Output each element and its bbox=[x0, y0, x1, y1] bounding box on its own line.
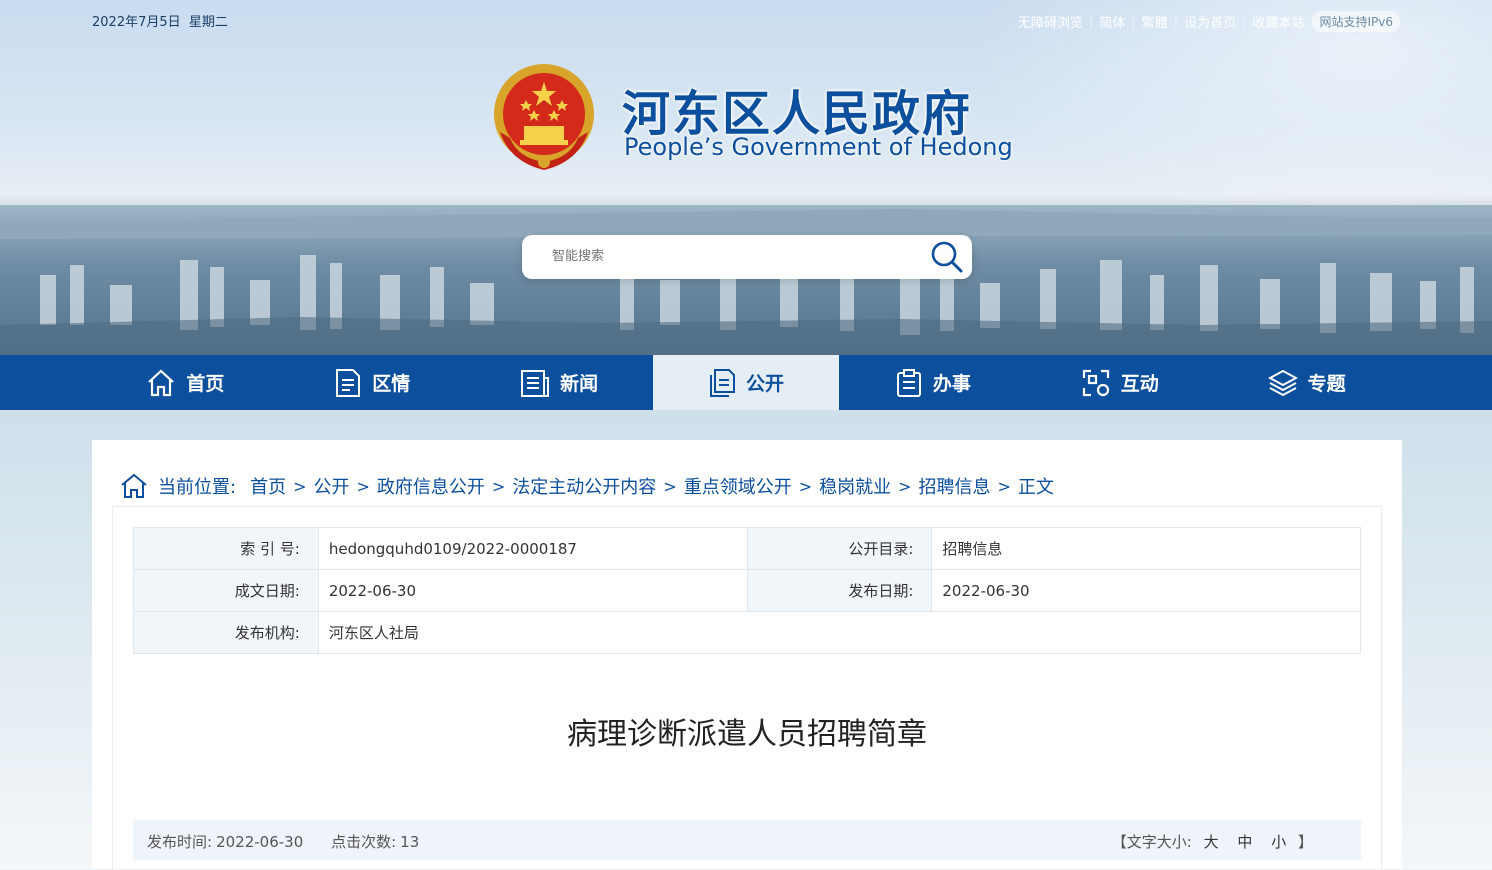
home-icon bbox=[121, 473, 147, 498]
nav-item-home[interactable]: 首页 bbox=[92, 355, 279, 410]
document-metadata-table: 索 引 号: hedongquhd0109/2022-0000187 公开目录:… bbox=[133, 527, 1362, 654]
ipv6-badge: 网站支持IPv6 bbox=[1312, 11, 1400, 32]
breadcrumb-separator: > bbox=[491, 476, 506, 496]
header-banner: 2022年7月5日 星期二 无障碍浏览 | 简体 | 繁體 | 设为首页 | 收… bbox=[0, 0, 1492, 355]
nav-label: 办事 bbox=[932, 373, 971, 395]
map-decoration bbox=[972, 0, 1492, 230]
divider: | bbox=[1173, 14, 1179, 29]
top-links: 无障碍浏览 | 简体 | 繁體 | 设为首页 | 收藏本站 网站支持IPv6 bbox=[1018, 11, 1400, 32]
nav-label: 公开 bbox=[746, 373, 785, 395]
search-input[interactable] bbox=[550, 247, 924, 264]
divider: | bbox=[1242, 14, 1247, 29]
breadcrumb-separator: > bbox=[997, 476, 1011, 496]
accessibility-link[interactable]: 无障碍浏览 bbox=[1018, 12, 1083, 31]
breadcrumb-item[interactable]: 法定主动公开内容 bbox=[512, 473, 656, 499]
breadcrumb-item[interactable]: 首页 bbox=[250, 473, 286, 499]
breadcrumb: 当前位置: 首页 > 公开 > 政府信息公开 > 法定主动公开内容 > 重点领域… bbox=[120, 473, 1054, 499]
breadcrumb-separator: > bbox=[293, 476, 307, 496]
document-icon bbox=[336, 368, 361, 397]
breadcrumb-item[interactable]: 公开 bbox=[313, 473, 349, 499]
nav-label: 新闻 bbox=[560, 373, 599, 395]
breadcrumb-item[interactable]: 政府信息公开 bbox=[377, 473, 485, 499]
catalog-value: 招聘信息 bbox=[931, 527, 1361, 570]
nav-label: 专题 bbox=[1307, 373, 1346, 395]
published-date-label: 发布日期: bbox=[746, 569, 933, 612]
article-container: 索 引 号: hedongquhd0109/2022-0000187 公开目录:… bbox=[112, 506, 1382, 870]
nav-item-open[interactable]: 公开 bbox=[652, 355, 840, 410]
national-emblem-icon bbox=[494, 64, 594, 170]
font-medium-button[interactable]: 中 bbox=[1237, 833, 1252, 851]
main-content: 当前位置: 首页 > 公开 > 政府信息公开 > 法定主动公开内容 > 重点领域… bbox=[92, 440, 1402, 870]
font-size-label: 【文字大小: bbox=[1111, 833, 1192, 851]
simplified-chinese-link[interactable]: 简体 bbox=[1099, 12, 1125, 31]
breadcrumb-separator: > bbox=[663, 476, 677, 496]
publish-time-value: 2022-06-30 bbox=[216, 833, 304, 851]
nav-item-services[interactable]: 办事 bbox=[839, 355, 1026, 410]
news-icon bbox=[521, 369, 550, 397]
click-count-label: 点击次数: bbox=[331, 833, 397, 851]
index-label: 索 引 号: bbox=[133, 527, 319, 570]
table-row: 索 引 号: hedongquhd0109/2022-0000187 公开目录:… bbox=[133, 527, 1361, 570]
table-row: 成文日期: 2022-06-30 发布日期: 2022-06-30 bbox=[133, 569, 1361, 612]
breadcrumb-label: 当前位置: bbox=[158, 477, 237, 498]
set-homepage-link[interactable]: 设为首页 bbox=[1184, 12, 1236, 31]
date-display: 2022年7月5日 星期二 bbox=[92, 11, 228, 30]
search-icon[interactable] bbox=[930, 240, 964, 274]
index-value: hedongquhd0109/2022-0000187 bbox=[317, 527, 748, 570]
click-count-value: 13 bbox=[400, 833, 420, 851]
breadcrumb-separator: > bbox=[898, 476, 912, 496]
breadcrumb-item[interactable]: 重点领域公开 bbox=[684, 473, 792, 499]
font-large-button[interactable]: 大 bbox=[1204, 833, 1219, 851]
created-date-value: 2022-06-30 bbox=[317, 569, 748, 612]
nav-label: 首页 bbox=[186, 373, 225, 395]
table-row: 发布机构: 河东区人社局 bbox=[133, 611, 1362, 654]
clipboard-icon bbox=[896, 368, 921, 397]
nav-label: 区情 bbox=[372, 373, 411, 395]
nav-item-interaction[interactable]: 互动 bbox=[1026, 355, 1213, 410]
nav-label: 互动 bbox=[1120, 373, 1159, 395]
font-small-button[interactable]: 小 bbox=[1271, 833, 1286, 851]
article-info-bar: 发布时间: 2022-06-30 点击次数: 13 【文字大小: 大 中 小 】 bbox=[133, 820, 1361, 860]
font-size-controls: 【文字大小: 大 中 小 】 bbox=[1112, 831, 1313, 852]
traditional-chinese-link[interactable]: 繁體 bbox=[1142, 12, 1168, 31]
search-box bbox=[522, 235, 972, 279]
article-title: 病理诊断派遣人员招聘简章 bbox=[567, 717, 927, 752]
catalog-label: 公开目录: bbox=[746, 527, 933, 570]
layers-icon bbox=[1267, 369, 1298, 396]
published-date-value: 2022-06-30 bbox=[931, 569, 1361, 612]
bookmark-link[interactable]: 收藏本站 bbox=[1252, 12, 1304, 31]
breadcrumb-separator: > bbox=[356, 476, 370, 496]
nav-item-topics[interactable]: 专题 bbox=[1213, 355, 1400, 410]
breadcrumb-item[interactable]: 招聘信息 bbox=[919, 473, 991, 499]
created-date-label: 成文日期: bbox=[133, 569, 319, 612]
publish-time-label: 发布时间: bbox=[147, 833, 213, 851]
publisher-value: 河东区人社局 bbox=[317, 611, 1362, 654]
breadcrumb-item-current: 正文 bbox=[1017, 477, 1054, 498]
publisher-label: 发布机构: bbox=[133, 611, 319, 654]
breadcrumb-item[interactable]: 稳岗就业 bbox=[819, 473, 891, 499]
font-size-bracket: 】 bbox=[1297, 833, 1313, 851]
nav-item-news[interactable]: 新闻 bbox=[466, 355, 653, 410]
site-subtitle: People’s Government of Hedong bbox=[624, 133, 1013, 161]
date-text: 2022年7月5日 bbox=[92, 15, 181, 30]
interact-icon bbox=[1082, 369, 1109, 396]
breadcrumb-separator: > bbox=[798, 476, 813, 496]
nav-item-district[interactable]: 区情 bbox=[279, 355, 466, 410]
divider: | bbox=[1088, 14, 1094, 29]
main-nav: 首页 区情 新闻 公开 办事 互动 专题 bbox=[0, 355, 1492, 410]
city-skyline-image bbox=[0, 205, 1492, 355]
files-icon bbox=[710, 368, 735, 397]
home-icon bbox=[148, 369, 175, 396]
weekday-text: 星期二 bbox=[188, 15, 228, 30]
divider: | bbox=[1131, 14, 1136, 29]
